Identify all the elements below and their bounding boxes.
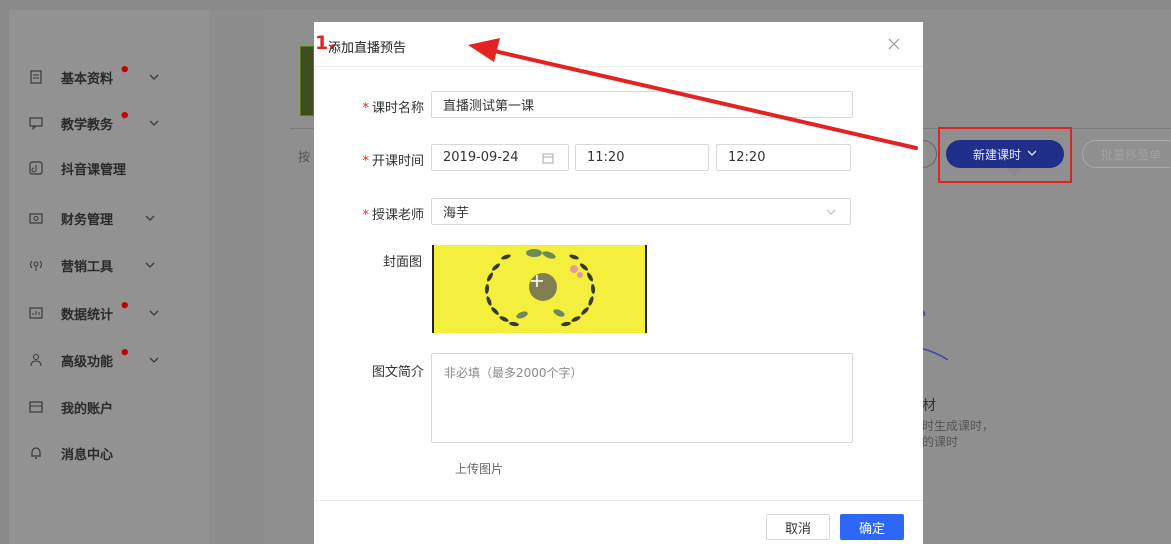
date-picker[interactable]: 2019-09-24	[431, 144, 569, 171]
cancel-button[interactable]: 取消	[766, 514, 830, 540]
empty-title: 材	[922, 398, 936, 414]
upload-image-link[interactable]: 上传图片	[455, 460, 503, 477]
required-mark: *	[362, 101, 369, 116]
chevron-down-icon	[149, 308, 159, 318]
annotation-highlight-box	[938, 127, 1072, 183]
chart-icon	[29, 306, 43, 320]
sidebar-item-finance[interactable]: 财务管理	[9, 203, 155, 233]
bell-icon	[29, 446, 43, 460]
chevron-down-icon	[149, 72, 159, 82]
add-image-icon[interactable]	[529, 273, 557, 301]
sidebar-item-label: 营销工具	[61, 259, 114, 275]
required-mark: *	[362, 208, 369, 223]
intro-textarea[interactable]: 非必填（最多2000个字）	[431, 353, 853, 443]
close-icon[interactable]	[888, 38, 900, 50]
start-time-value: 11:20	[587, 150, 625, 165]
sidebar-item-teaching[interactable]: 教学教务 •	[9, 108, 159, 138]
chevron-down-icon	[145, 260, 155, 270]
chevron-down-icon	[145, 213, 155, 223]
chat-icon	[29, 116, 43, 130]
chevron-down-icon	[149, 118, 159, 128]
batch-move-button[interactable]: 批量移至单	[1082, 140, 1171, 168]
dialog-header: 1. 添加直播预告	[314, 22, 923, 67]
tiktok-icon	[29, 161, 43, 175]
chevron-down-icon	[149, 355, 159, 365]
required-dot: •	[119, 106, 131, 127]
teacher-select[interactable]: 海芋	[431, 198, 851, 225]
start-time-label-text: 开课时间	[371, 154, 424, 169]
course-thumbnail	[300, 46, 314, 116]
date-value: 2019-09-24	[443, 150, 519, 165]
dialog-footer: 取消 确定	[314, 500, 923, 544]
sidebar-item-marketing[interactable]: 营销工具	[9, 250, 155, 280]
sidebar-item-label: 抖音课管理	[61, 162, 127, 178]
required-dot: •	[119, 343, 131, 364]
sidebar-item-tiktok[interactable]: 抖音课管理	[9, 153, 126, 183]
start-time-picker[interactable]: 11:20	[575, 144, 709, 171]
end-time-value: 12:20	[728, 150, 766, 165]
calendar-icon	[542, 152, 554, 164]
empty-desc-line: 的课时	[922, 435, 959, 449]
teacher-value: 海芋	[443, 206, 470, 221]
empty-description: 时生成课时， 的课时	[922, 418, 994, 450]
sidebar-item-messages[interactable]: 消息中心	[9, 438, 113, 468]
dialog-title: 添加直播预告	[328, 41, 407, 56]
empty-desc-line: 时生成课时，	[922, 419, 995, 433]
sidebar-item-label: 数据统计	[61, 307, 114, 323]
sidebar-item-label: 教学教务	[61, 117, 114, 133]
add-live-preview-dialog: 1. 添加直播预告 * 课时名称 直播测试第一课 * 开课时间 2019-09-24…	[314, 22, 923, 544]
sidebar-item-label: 基本资料	[61, 71, 114, 87]
cover-label: 封面图	[382, 255, 422, 270]
intro-label: 图文简介	[371, 365, 424, 380]
cover-image-upload[interactable]	[432, 245, 647, 333]
user-group-icon	[29, 353, 43, 367]
sidebar-item-label: 消息中心	[61, 447, 114, 463]
required-dot: •	[119, 296, 131, 317]
intro-placeholder: 非必填（最多2000个字）	[444, 366, 583, 380]
teacher-label: * 授课老师	[324, 204, 424, 223]
sidebar-item-statistics[interactable]: 数据统计 •	[9, 298, 159, 328]
lesson-name-input[interactable]: 直播测试第一课	[431, 91, 853, 118]
tab-fragment: 按	[298, 150, 311, 164]
sidebar-item-label: 财务管理	[61, 212, 114, 228]
sidebar-item-advanced[interactable]: 高级功能 •	[9, 345, 159, 375]
required-dot: •	[119, 60, 131, 81]
confirm-button[interactable]: 确定	[840, 514, 904, 540]
account-icon	[29, 400, 43, 414]
chevron-down-icon	[826, 207, 836, 217]
document-icon	[29, 70, 43, 84]
required-mark: *	[362, 154, 369, 169]
content-gutter	[209, 10, 264, 544]
teacher-label-text: 授课老师	[371, 208, 424, 223]
sidebar-item-basic-info[interactable]: 基本资料 •	[9, 62, 159, 92]
sidebar-item-account[interactable]: 我的账户	[9, 392, 113, 422]
sidebar: 基本资料 • 教学教务 • 抖音课管理 财务管理 营销工具 数据统计 • 高级功…	[9, 10, 209, 544]
sidebar-item-label: 我的账户	[61, 401, 114, 417]
sidebar-item-label: 高级功能	[61, 354, 114, 370]
broadcast-icon	[29, 258, 43, 272]
lesson-name-value: 直播测试第一课	[443, 99, 535, 114]
lesson-name-label: * 课时名称	[324, 97, 424, 116]
start-time-label: * 开课时间	[324, 150, 424, 169]
end-time-picker[interactable]: 12:20	[716, 144, 851, 171]
wallet-icon	[29, 211, 43, 225]
lesson-name-label-text: 课时名称	[371, 101, 424, 116]
